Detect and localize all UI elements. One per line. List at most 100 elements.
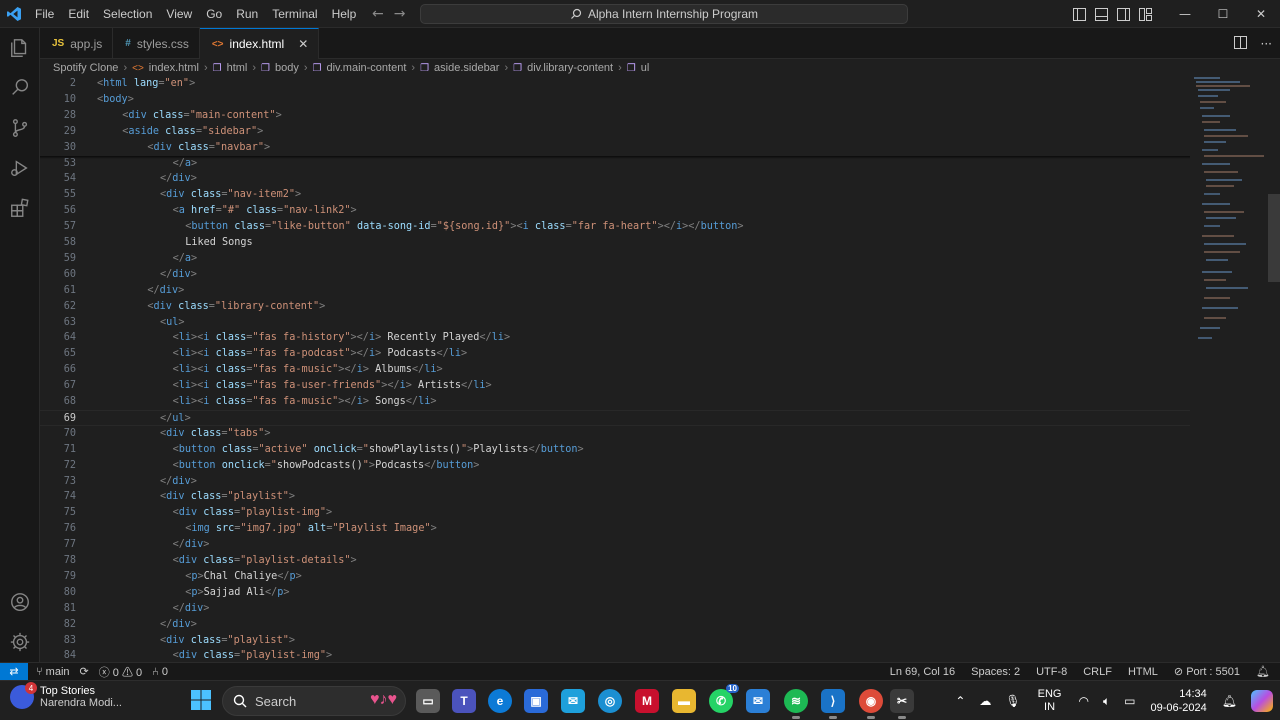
close-window-icon[interactable]: ✕ bbox=[1242, 0, 1280, 28]
explorer-icon[interactable] bbox=[0, 28, 40, 68]
live-server-port[interactable]: ⊘ Port : 5501 bbox=[1174, 665, 1240, 678]
code-editor[interactable]: 2 <html lang="en"> 10 <body> 28 <div class="m… bbox=[40, 76, 1190, 662]
code-line[interactable]: 80 <p>Sajjad Ali</p> bbox=[40, 585, 1190, 601]
menu-terminal[interactable]: Terminal bbox=[265, 0, 324, 28]
minimize-icon[interactable]: — bbox=[1166, 0, 1204, 28]
menu-edit[interactable]: Edit bbox=[61, 0, 96, 28]
windows-start-icon[interactable] bbox=[190, 689, 212, 711]
code-line[interactable]: 60 </div> bbox=[40, 267, 1190, 283]
code-line[interactable]: 54 </div> bbox=[40, 171, 1190, 187]
code-line[interactable]: 30 <div class="navbar"> bbox=[40, 140, 1190, 156]
clock[interactable]: 14:34 09-06-2024 bbox=[1150, 687, 1206, 715]
code-line[interactable]: 82 </div> bbox=[40, 617, 1190, 633]
wifi-icon[interactable]: ◠ bbox=[1078, 694, 1088, 708]
breadcrumb-item[interactable]: aside.sidebar bbox=[434, 62, 499, 74]
forward-arrow-icon[interactable]: → bbox=[394, 6, 406, 22]
toggle-primary-sidebar-icon[interactable] bbox=[1068, 0, 1090, 28]
file-explorer-icon[interactable]: ▬ bbox=[672, 689, 696, 713]
toggle-secondary-sidebar-icon[interactable] bbox=[1112, 0, 1134, 28]
notifications-bell-icon[interactable]: 🔔︎ bbox=[1256, 665, 1270, 678]
code-line[interactable]: 61 </div> bbox=[40, 283, 1190, 299]
code-line[interactable]: 83 <div class="playlist"> bbox=[40, 633, 1190, 649]
code-line[interactable]: 58 Liked Songs bbox=[40, 235, 1190, 251]
code-line[interactable]: 63 <ul> bbox=[40, 315, 1190, 331]
menu-go[interactable]: Go bbox=[199, 0, 229, 28]
run-debug-icon[interactable] bbox=[0, 148, 40, 188]
mail-app-icon[interactable]: ✉ bbox=[561, 689, 585, 713]
code-line[interactable]: 66 <li><i class="fas fa-music"></i> Album… bbox=[40, 362, 1190, 378]
code-line[interactable]: 55 <div class="nav-item2"> bbox=[40, 187, 1190, 203]
tab-styles-css[interactable]: # styles.css bbox=[113, 28, 200, 59]
close-tab-icon[interactable]: ✕ bbox=[298, 37, 308, 51]
code-line[interactable]: 72 <button onclick="showPodcasts()">Podca… bbox=[40, 458, 1190, 474]
menu-selection[interactable]: Selection bbox=[96, 0, 159, 28]
code-line[interactable]: 73 </div> bbox=[40, 474, 1190, 490]
menu-file[interactable]: File bbox=[28, 0, 61, 28]
breadcrumb-item[interactable]: div.main-content bbox=[327, 62, 407, 74]
toggle-panel-icon[interactable] bbox=[1090, 0, 1112, 28]
code-line[interactable]: 78 <div class="playlist-details"> bbox=[40, 553, 1190, 569]
command-center-search[interactable]: Alpha Intern Internship Program bbox=[420, 4, 908, 24]
branch-indicator[interactable]: ⑂ main bbox=[36, 666, 70, 678]
chevron-up-icon[interactable]: ⌃ bbox=[955, 694, 965, 708]
settings-gear-icon[interactable] bbox=[0, 622, 40, 662]
extensions-icon[interactable] bbox=[0, 188, 40, 228]
language-mode[interactable]: HTML bbox=[1128, 666, 1158, 678]
teams-icon[interactable]: T bbox=[452, 689, 476, 713]
code-line[interactable]: 68 <li><i class="fas fa-music"></i> Songs… bbox=[40, 394, 1190, 410]
code-line[interactable]: 70 <div class="tabs"> bbox=[40, 426, 1190, 442]
code-line[interactable]: 84 <div class="playlist-img"> bbox=[40, 648, 1190, 662]
onedrive-cloud-icon[interactable]: ☁ bbox=[979, 694, 991, 708]
code-line[interactable]: 67 <li><i class="fas fa-user-friends"></i… bbox=[40, 378, 1190, 394]
code-line[interactable]: 56 <a href="#" class="nav-link2"> bbox=[40, 203, 1190, 219]
remote-indicator-icon[interactable]: ⇄ bbox=[0, 662, 28, 681]
breadcrumb-item[interactable]: html bbox=[227, 62, 248, 74]
cursor-position[interactable]: Ln 69, Col 16 bbox=[890, 666, 955, 678]
breadcrumb-item[interactable]: ul bbox=[641, 62, 650, 74]
tab-index-html[interactable]: <> index.html ✕ bbox=[199, 28, 320, 59]
code-line[interactable]: 81 </div> bbox=[40, 601, 1190, 617]
sync-icon[interactable]: ⟳ bbox=[80, 665, 89, 678]
globe-app-icon[interactable]: ◎ bbox=[598, 689, 622, 713]
back-arrow-icon[interactable]: ← bbox=[372, 6, 384, 22]
search-view-icon[interactable] bbox=[0, 68, 40, 108]
menu-help[interactable]: Help bbox=[325, 0, 364, 28]
code-line[interactable]: 71 <button class="active" onclick="showPl… bbox=[40, 442, 1190, 458]
code-line[interactable]: 2 <html lang="en"> bbox=[40, 76, 1190, 92]
news-widget[interactable]: 4 Top Stories Narendra Modi... bbox=[10, 682, 122, 709]
code-line[interactable]: 59 </a> bbox=[40, 251, 1190, 267]
code-line[interactable]: 57 <button class="like-button" data-song-… bbox=[40, 219, 1190, 235]
breadcrumb-item[interactable]: body bbox=[275, 62, 299, 74]
end-of-line[interactable]: CRLF bbox=[1083, 666, 1112, 678]
mcafee-icon[interactable]: M bbox=[635, 689, 659, 713]
chrome-icon[interactable]: ◉ bbox=[859, 689, 883, 719]
task-view-icon[interactable]: ▭ bbox=[416, 689, 440, 713]
split-editor-icon[interactable] bbox=[1233, 35, 1247, 52]
snipping-tool-icon[interactable]: ✂ bbox=[890, 689, 914, 719]
code-line[interactable]: 65 <li><i class="fas fa-podcast"></i> Pod… bbox=[40, 346, 1190, 362]
store-icon[interactable]: ▣ bbox=[524, 689, 548, 713]
code-line[interactable]: 76 <img src="img7.jpg" alt="Playlist Imag… bbox=[40, 521, 1190, 537]
tab-app-js[interactable]: JS app.js bbox=[40, 28, 114, 59]
vscode-taskbar-icon[interactable]: ⟩ bbox=[821, 689, 845, 719]
breadcrumb-item[interactable]: index.html bbox=[149, 62, 199, 74]
customize-layout-icon[interactable] bbox=[1134, 0, 1156, 28]
code-line[interactable]: 69 </ul> bbox=[40, 409, 1190, 426]
indentation[interactable]: Spaces: 2 bbox=[971, 666, 1020, 678]
encoding[interactable]: UTF-8 bbox=[1036, 666, 1067, 678]
code-line[interactable]: 77 </div> bbox=[40, 537, 1190, 553]
maximize-icon[interactable]: ☐ bbox=[1204, 0, 1242, 28]
language-indicator[interactable]: ENG IN bbox=[1038, 688, 1062, 714]
code-line[interactable]: 64 <li><i class="fas fa-history"></i> Rec… bbox=[40, 330, 1190, 346]
menu-view[interactable]: View bbox=[159, 0, 199, 28]
volume-icon[interactable]: 🔈︎ bbox=[1103, 694, 1110, 709]
more-actions-icon[interactable]: ··· bbox=[1261, 37, 1272, 51]
notification-bell-icon[interactable]: 🔔︎ bbox=[1222, 694, 1237, 708]
menu-run[interactable]: Run bbox=[229, 0, 265, 28]
code-line[interactable]: 75 <div class="playlist-img"> bbox=[40, 505, 1190, 521]
minimap[interactable] bbox=[1190, 76, 1266, 662]
copilot-icon[interactable] bbox=[1251, 690, 1273, 712]
code-line[interactable]: 74 <div class="playlist"> bbox=[40, 489, 1190, 505]
whatsapp-icon[interactable]: ✆ 10 bbox=[709, 684, 739, 713]
vertical-scrollbar-thumb[interactable] bbox=[1268, 194, 1280, 282]
